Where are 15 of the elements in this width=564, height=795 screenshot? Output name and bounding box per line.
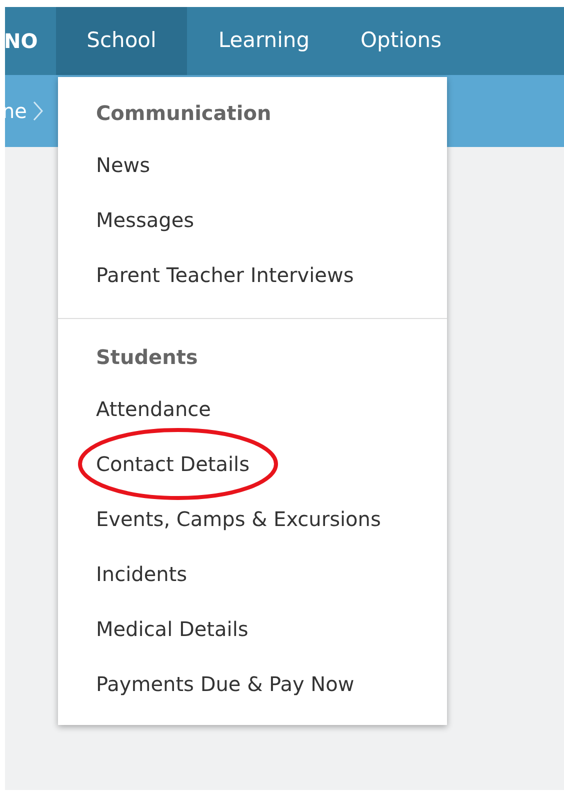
menu-item[interactable]: Medical Details	[96, 614, 248, 644]
nav-tab[interactable]: School	[56, 7, 187, 75]
menu-item[interactable]: Parent Teacher Interviews	[96, 260, 354, 290]
brand-text: NO	[4, 28, 39, 55]
menu-item[interactable]: Messages	[96, 204, 194, 234]
nav-tab[interactable]: Options	[341, 7, 461, 75]
menu-item[interactable]: Incidents	[96, 558, 188, 588]
menu-item[interactable]: Attendance	[96, 394, 211, 424]
menu-heading: Students	[95, 344, 199, 371]
menu-item[interactable]: Payments Due & Pay Now	[96, 668, 354, 698]
menu-item[interactable]: Events, Camps & Excursions	[96, 504, 381, 534]
chevron-right-icon	[32, 101, 43, 121]
menu-item[interactable]: News	[96, 150, 150, 180]
nav-tab[interactable]: Learning	[187, 7, 341, 75]
menu-heading: Communication	[95, 100, 272, 127]
